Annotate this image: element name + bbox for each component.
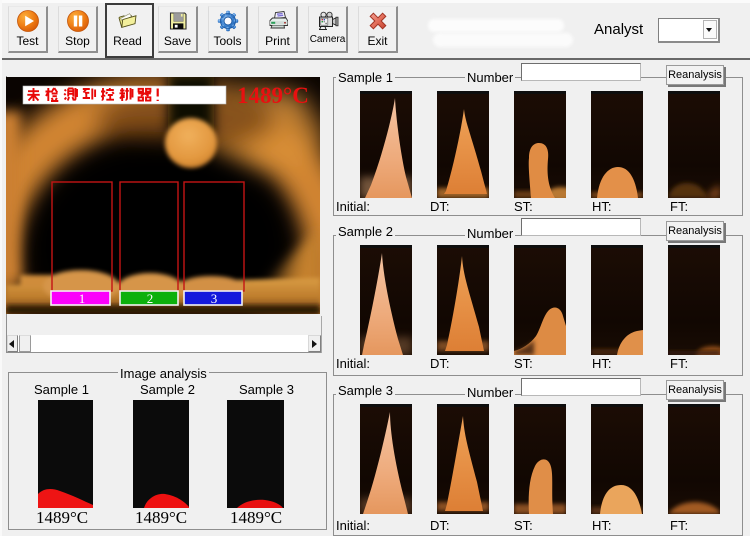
svg-text:3: 3 <box>211 291 218 306</box>
svg-text:2: 2 <box>147 291 154 306</box>
svg-text:1489°C: 1489°C <box>237 83 309 108</box>
svg-text:1: 1 <box>79 291 86 306</box>
